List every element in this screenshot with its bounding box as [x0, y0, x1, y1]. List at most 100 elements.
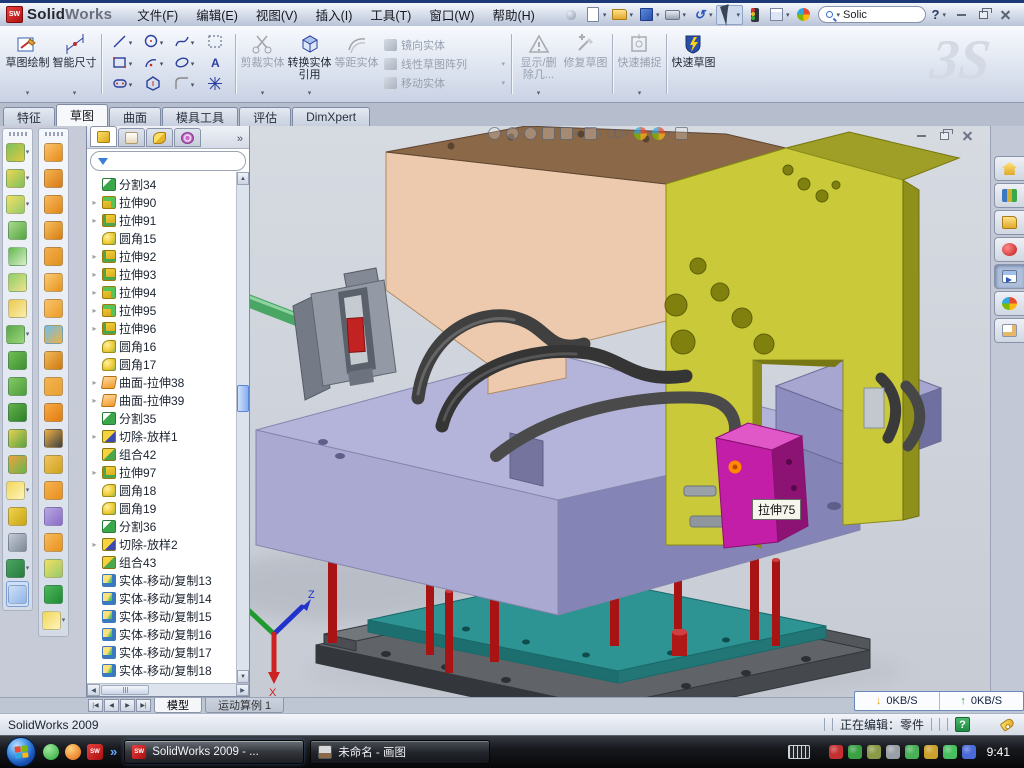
offset-surface-button[interactable] — [44, 321, 63, 347]
solidworks-resources-tab[interactable] — [994, 156, 1024, 181]
line-dropdown-icon[interactable]: ▾ — [129, 39, 133, 47]
expand-icon[interactable]: ▸ — [90, 216, 99, 225]
menu-item-2[interactable]: 视图(V) — [247, 2, 307, 27]
tree-item-move-copy-26[interactable]: 实体-移动/复制17 — [87, 643, 249, 661]
mirror-entities-button[interactable]: 镜向实体 — [384, 37, 508, 53]
tree-vertical-scrollbar[interactable]: ▲ ▼ — [236, 172, 249, 683]
minimize-button[interactable] — [954, 8, 968, 21]
tree-item-extrude-2[interactable]: ▸拉伸91 — [87, 211, 249, 229]
tab-scroll-button-2[interactable]: ▶ — [120, 699, 135, 712]
tree-item-fillet-18[interactable]: 圆角19 — [87, 499, 249, 517]
input-method-icon[interactable] — [788, 745, 810, 759]
expand-icon[interactable]: ▸ — [90, 270, 99, 279]
tree-item-move-copy-27[interactable]: 实体-移动/复制18 — [87, 661, 249, 679]
tree-item-loft-cut-20[interactable]: ▸切除-放样2 — [87, 535, 249, 553]
configurationmanager-tab[interactable] — [146, 128, 173, 147]
apply-scene-button[interactable]: ▾ — [652, 127, 671, 140]
tree-item-extrude-4[interactable]: ▸拉伸92 — [87, 247, 249, 265]
document-close-button[interactable] — [960, 129, 974, 142]
tree-item-loft-cut-14[interactable]: ▸切除-放样1 — [87, 427, 249, 445]
clock[interactable]: 9:41 — [987, 745, 1010, 759]
view-settings-dropdown-icon[interactable]: ▾ — [690, 130, 694, 138]
tree-horizontal-scrollbar[interactable]: ◀ ▶ — [87, 683, 249, 696]
tab-3[interactable]: 模具工具 — [162, 107, 238, 126]
quick-snaps-button[interactable]: 快速捕捉▾ — [616, 29, 663, 99]
expand-icon[interactable]: ▸ — [90, 468, 99, 477]
tree-item-combine-15[interactable]: 组合42 — [87, 445, 249, 463]
undo-dropdown-icon[interactable]: ▾ — [709, 11, 713, 19]
curve-button[interactable]: ▾ — [6, 555, 30, 581]
expand-icon[interactable]: ▸ — [90, 252, 99, 261]
trim-entities-button[interactable]: 剪裁实体▾ — [239, 29, 286, 99]
sync-tool-tray-icon[interactable] — [962, 745, 976, 759]
previous-view-button[interactable] — [524, 127, 537, 140]
menu-item-5[interactable]: 窗口(W) — [420, 2, 483, 27]
edit-appearance-button[interactable] — [634, 127, 647, 140]
repair-sketch-button[interactable]: 修复草图 — [562, 29, 609, 99]
tree-item-fillet-9[interactable]: 圆角16 — [87, 337, 249, 355]
fillet-button[interactable]: ▾ — [6, 191, 30, 217]
freeform-button[interactable]: ▾ — [42, 607, 66, 633]
model-tab-0[interactable]: 模型 — [154, 698, 202, 713]
new-document-dropdown-icon[interactable]: ▾ — [603, 11, 607, 19]
expand-icon[interactable]: ▸ — [90, 378, 99, 387]
knit-surface-button[interactable] — [44, 555, 63, 581]
tree-item-split-19[interactable]: 分割36 — [87, 517, 249, 535]
rib-button[interactable] — [8, 217, 27, 243]
tab-scroll-button-0[interactable]: |◀ — [88, 699, 103, 712]
print-dropdown-icon[interactable]: ▾ — [682, 11, 686, 19]
messenger-quick-launch-icon[interactable] — [43, 744, 59, 760]
new-document-button[interactable]: ▾ — [583, 6, 609, 24]
tree-item-extrude-thin-1[interactable]: ▸拉伸90 — [87, 193, 249, 211]
menu-item-6[interactable]: 帮助(H) — [483, 2, 543, 27]
pin-button[interactable] — [561, 6, 582, 24]
dimxpertmanager-tab[interactable] — [174, 128, 201, 147]
tree-item-extrude-thin-6[interactable]: ▸拉伸94 — [87, 283, 249, 301]
tree-item-move-copy-23[interactable]: 实体-移动/复制14 — [87, 589, 249, 607]
custom-properties-tab[interactable] — [994, 318, 1024, 343]
move-entities-button[interactable]: 移动实体▾ — [384, 75, 508, 91]
fillet-dropdown-icon[interactable]: ▾ — [26, 200, 30, 208]
polygon-tool[interactable] — [138, 75, 168, 96]
section-view-button[interactable] — [542, 127, 555, 140]
view-orientation-dropdown-icon[interactable]: ▾ — [575, 130, 579, 138]
tree-filter-box[interactable] — [90, 151, 246, 171]
tree-item-combine-21[interactable]: 组合43 — [87, 553, 249, 571]
health-guard-tray-icon[interactable] — [943, 745, 957, 759]
freeform-dropdown-icon[interactable]: ▾ — [62, 616, 66, 624]
convert-entities-dropdown-icon[interactable]: ▾ — [308, 89, 312, 99]
close-button[interactable] — [998, 8, 1012, 21]
toolbar-grip-handle[interactable] — [9, 132, 27, 136]
help-button[interactable]: ? — [932, 7, 940, 22]
linear-sketch-pattern-button[interactable]: 线性草图阵列▾ — [384, 56, 508, 72]
ruled-surface-button[interactable] — [44, 373, 63, 399]
replace-face-button[interactable] — [44, 451, 63, 477]
usb-device-tray-icon[interactable] — [905, 745, 919, 759]
spline-tool[interactable]: ▾ — [169, 33, 199, 54]
display-style-button[interactable]: ▾ — [584, 127, 603, 140]
tab-scroll-button-1[interactable]: ◀ — [104, 699, 119, 712]
start-button[interactable] — [6, 737, 36, 767]
tree-item-move-copy-24[interactable]: 实体-移动/复制15 — [87, 607, 249, 625]
red-stop-pin[interactable] — [672, 629, 687, 657]
scroll-right-button[interactable]: ▶ — [236, 684, 249, 696]
tab-1[interactable]: 草图 — [56, 104, 108, 126]
radiate-surface-button[interactable] — [44, 347, 63, 373]
tree-item-extrude-16[interactable]: ▸拉伸97 — [87, 463, 249, 481]
view-orientation-button[interactable]: ▾ — [560, 127, 579, 140]
solidworks-quick-launch-icon[interactable]: SW — [87, 744, 103, 760]
menu-item-1[interactable]: 编辑(E) — [187, 2, 247, 27]
tree-item-surface-12[interactable]: ▸曲面-拉伸39 — [87, 391, 249, 409]
rectangle-tool[interactable]: ▾ — [107, 54, 137, 75]
tree-item-extrude-8[interactable]: ▸拉伸96 — [87, 319, 249, 337]
search-box[interactable]: ▾ Solic — [818, 6, 926, 23]
display-delete-relations-button[interactable]: 显示/删除几...▾ — [515, 29, 562, 99]
select-box-tool[interactable] — [200, 33, 230, 54]
expand-icon[interactable]: ▸ — [90, 198, 99, 207]
tree-item-fillet-10[interactable]: 圆角17 — [87, 355, 249, 373]
search-input[interactable]: Solic — [843, 9, 917, 21]
offset-entities-button[interactable]: 等距实体 — [333, 29, 380, 99]
sketch-button[interactable]: 草图绘制▾ — [4, 29, 51, 99]
print-button[interactable]: ▾ — [662, 6, 688, 24]
lofted-surface-button[interactable] — [44, 217, 63, 243]
